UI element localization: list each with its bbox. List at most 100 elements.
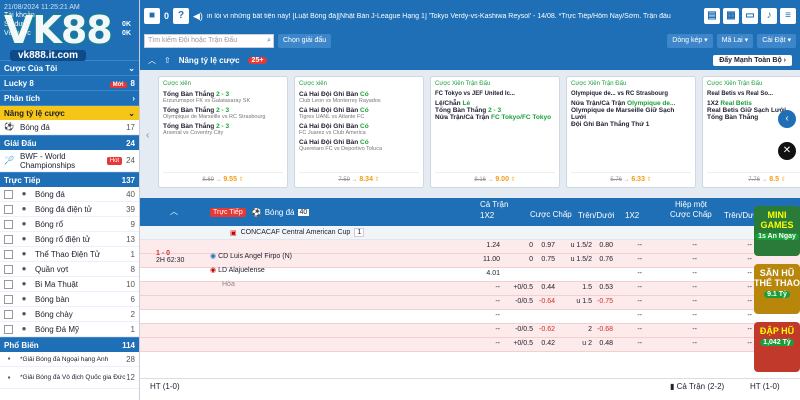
- left-arrow-icon[interactable]: ‹: [778, 110, 796, 128]
- sidebar-item-live[interactable]: ● Bóng rổ 9: [0, 217, 139, 232]
- odds-1x2[interactable]: --: [470, 298, 500, 305]
- sidebar-item-live[interactable]: ● Bi Ma Thuật 10: [0, 277, 139, 292]
- tournaments-section[interactable]: Giải Đấu 24: [0, 135, 139, 150]
- handicap-odds[interactable]: 0.42: [535, 340, 555, 347]
- checkbox[interactable]: [4, 204, 13, 214]
- stop-icon[interactable]: ■: [144, 8, 160, 24]
- card-odds[interactable]: 7.59 → 8.34 ⇧: [299, 172, 419, 183]
- handicap-odds[interactable]: 0.44: [535, 284, 555, 291]
- ht-ou[interactable]: --: [740, 284, 752, 291]
- ht-ou[interactable]: --: [740, 298, 752, 305]
- handicap-odds[interactable]: -0.64: [535, 298, 555, 305]
- ht-handicap[interactable]: --: [685, 312, 697, 319]
- card-odds[interactable]: 5.76 → 6.33 ⇧: [571, 172, 691, 183]
- settings-dropdown[interactable]: Cài Đặt ▾: [757, 34, 796, 48]
- card-odds[interactable]: 7.76 → 8.5 ⇧: [707, 172, 800, 183]
- boost-card[interactable]: Cược Xiên Trận Đấu Olympique de... vs RC …: [566, 76, 696, 188]
- sidebar-item-bundesliga[interactable]: ▪ *Giải Bóng đá Vô địch Quốc gia Đức 12: [0, 367, 139, 389]
- ou-odds[interactable]: -0.75: [595, 298, 613, 305]
- sidebar-item-bwf[interactable]: 🏸 BWF - World Championships Hot 24: [0, 150, 139, 172]
- collapse-icon[interactable]: ︿: [148, 55, 156, 66]
- ou-odds[interactable]: -0.68: [595, 326, 613, 333]
- ou-odds[interactable]: 0.48: [595, 340, 613, 347]
- analysis-section[interactable]: Phân tích ›: [0, 90, 139, 105]
- odds-1x2[interactable]: 1.24: [470, 242, 500, 249]
- ht-handicap[interactable]: --: [685, 340, 697, 347]
- away-team[interactable]: ◉ LD Alajuelense: [210, 264, 292, 278]
- odds-type-dropdown[interactable]: Mã Lai ▾: [716, 34, 754, 48]
- collapse-icon[interactable]: ︿: [170, 206, 178, 217]
- sidebar-item-live[interactable]: ● Bóng đá 40: [0, 187, 139, 202]
- sidebar-item-boost-football[interactable]: ⚽ Bóng đá 17: [0, 120, 139, 135]
- sidebar-item-live[interactable]: ● Bóng chày 2: [0, 307, 139, 322]
- checkbox[interactable]: [4, 324, 13, 334]
- ht-1x2[interactable]: --: [630, 256, 642, 263]
- footer-full-time[interactable]: ▮ Cả Trận (2-2): [670, 382, 724, 391]
- ht-handicap[interactable]: --: [685, 242, 697, 249]
- jackpot-promo[interactable]: ĐẬP HŨ 1,042 Tỷ: [754, 322, 800, 372]
- popular-section[interactable]: Phổ Biến 114: [0, 337, 139, 352]
- news-ticker[interactable]: in lối vi những bất tiện này! [Luật Bóng…: [207, 13, 700, 20]
- ht-1x2[interactable]: --: [630, 298, 642, 305]
- sport-jackpot-promo[interactable]: SĂN HŨ THỂ THAO 9.1 Tỷ: [754, 264, 800, 314]
- ou-odds[interactable]: 0.53: [595, 284, 613, 291]
- ht-ou[interactable]: --: [740, 270, 752, 277]
- ht-1x2[interactable]: --: [630, 340, 642, 347]
- select-league-button[interactable]: Chọn giải đấu: [278, 34, 332, 48]
- checkbox[interactable]: [4, 189, 13, 199]
- handicap-odds[interactable]: 0.75: [535, 256, 555, 263]
- handicap-odds[interactable]: -0.62: [535, 326, 555, 333]
- checkbox[interactable]: [4, 309, 13, 319]
- ht-handicap[interactable]: --: [685, 256, 697, 263]
- search-input[interactable]: Tìm kiếm Đội hoặc Trận Đấu ⌕: [144, 34, 274, 48]
- odds-1x2[interactable]: --: [470, 312, 500, 319]
- chat-icon[interactable]: ▭: [742, 8, 758, 24]
- chevron-left-icon[interactable]: ‹: [146, 130, 149, 141]
- boost-card[interactable]: Cược Xiên Trận Đấu FC Tokyo vs JEF United…: [430, 76, 560, 188]
- card-odds[interactable]: 8.16 → 9.00 ⇧: [435, 172, 555, 183]
- boost-card[interactable]: Cược xiên Cả Hai Đội Ghi Bàn Có Club Leon …: [294, 76, 424, 188]
- sidebar-item-live[interactable]: ● Thể Thao Điện Tử 1: [0, 247, 139, 262]
- ht-handicap[interactable]: --: [685, 270, 697, 277]
- checkbox[interactable]: [4, 234, 13, 244]
- lucky8-section[interactable]: Lucky 8 Mới 8: [0, 75, 139, 90]
- checkbox[interactable]: [4, 279, 13, 289]
- mini-games-promo[interactable]: MINI GAMES 1s An Ngay: [754, 206, 800, 256]
- ht-ou[interactable]: --: [740, 326, 752, 333]
- boost-card[interactable]: Cược Xiên Trận Đấu Real Betis vs Real So.…: [702, 76, 800, 188]
- my-bets-section[interactable]: Cược Của Tôi ⌄: [0, 60, 139, 75]
- odds-boost-section[interactable]: Nâng tỷ lệ cược ⌄: [0, 105, 139, 120]
- ht-1x2[interactable]: --: [630, 312, 642, 319]
- sidebar-item-live[interactable]: ● Bóng bàn 6: [0, 292, 139, 307]
- odds-1x2[interactable]: 11.00: [470, 256, 500, 263]
- ou-odds[interactable]: 0.76: [595, 256, 613, 263]
- checkbox[interactable]: [4, 294, 13, 304]
- checkbox[interactable]: [4, 249, 13, 259]
- sidebar-item-live[interactable]: ● Bóng Đá Mỹ 1: [0, 322, 139, 337]
- handicap-odds[interactable]: 0.97: [535, 242, 555, 249]
- sidebar-item-live[interactable]: ● Bóng rổ điện tử 13: [0, 232, 139, 247]
- league-row[interactable]: ▣ CONCACAF Central American Cup 1: [140, 226, 800, 240]
- ht-1x2[interactable]: --: [630, 242, 642, 249]
- boost-all-button[interactable]: Đẩy Mạnh Toàn Bộ ›: [713, 54, 792, 66]
- boost-card[interactable]: Cược xiên Tổng Bàn Thắng 2 - 3 Erzurumspor…: [158, 76, 288, 188]
- odds-1x2[interactable]: 4.01: [470, 270, 500, 277]
- live-section[interactable]: Trực Tiếp 137: [0, 172, 139, 187]
- sidebar-item-live[interactable]: ● Bóng đá điện tử 39: [0, 202, 139, 217]
- home-team[interactable]: ◉ CD Luis Angel Firpo (N): [210, 250, 292, 264]
- ht-ou[interactable]: --: [740, 340, 752, 347]
- ht-1x2[interactable]: --: [630, 270, 642, 277]
- ht-ou[interactable]: --: [740, 242, 752, 249]
- ht-handicap[interactable]: --: [685, 326, 697, 333]
- ht-ou[interactable]: --: [740, 312, 752, 319]
- ht-handicap[interactable]: --: [685, 298, 697, 305]
- sidebar-item-live[interactable]: ● Quần vợt 8: [0, 262, 139, 277]
- card-odds[interactable]: 8.69 → 9.55 ⇧: [163, 172, 283, 183]
- search-icon[interactable]: ⌕: [267, 35, 271, 47]
- ht-1x2[interactable]: --: [630, 284, 642, 291]
- close-icon[interactable]: ✕: [778, 142, 796, 160]
- odds-1x2[interactable]: --: [470, 326, 500, 333]
- ht-1x2[interactable]: --: [630, 326, 642, 333]
- ht-handicap[interactable]: --: [685, 284, 697, 291]
- odds-1x2[interactable]: --: [470, 284, 500, 291]
